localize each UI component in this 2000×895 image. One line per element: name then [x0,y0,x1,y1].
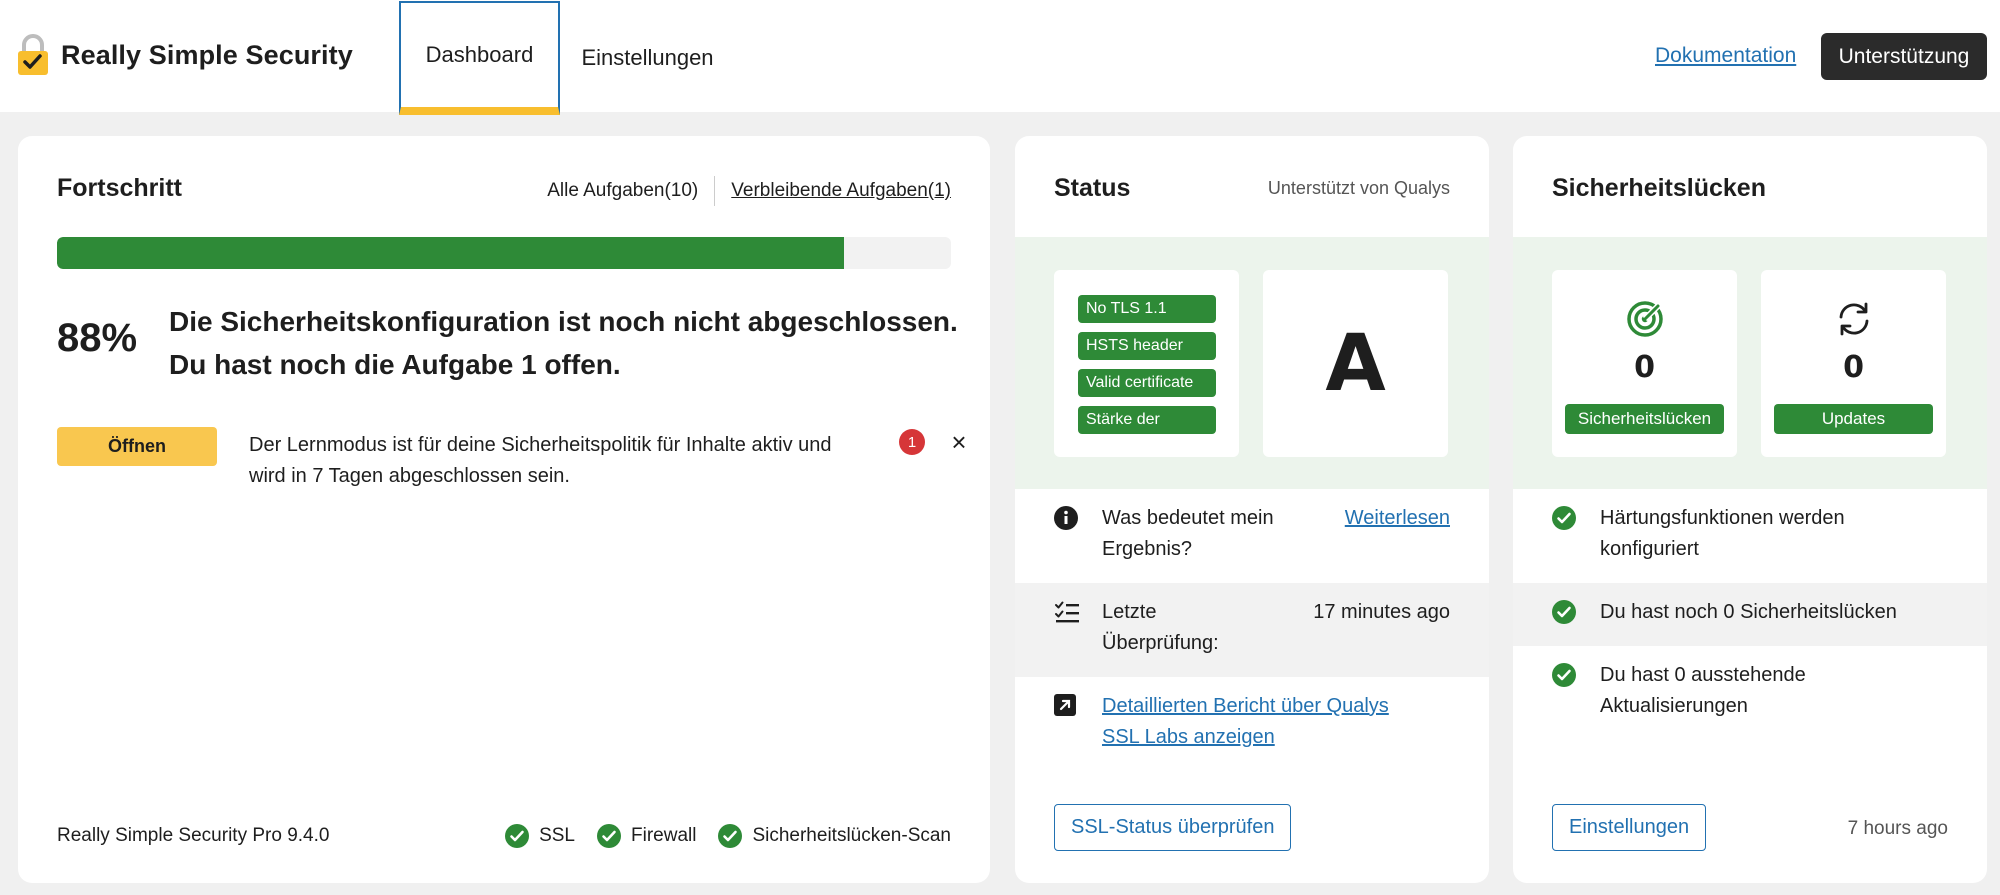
progress-message-line1: Die Sicherheitskonfiguration ist noch ni… [169,306,958,337]
tab-settings[interactable]: Einstellungen [565,0,730,115]
check-circle-icon [1552,663,1576,697]
hardening-text: Härtungsfunktionen werden konfiguriert [1600,507,1845,560]
progress-message-line2: Du hast noch die Aufgabe 1 offen. [169,349,621,380]
ssl-tags-tile: No TLS 1.1 HSTS header Valid certificate… [1054,270,1239,457]
vulnerability-count-row: Du hast noch 0 Sicherheitslücken [1513,583,1987,646]
remaining-tasks-filter[interactable]: Verbleibende Aufgaben(1) [715,180,951,202]
progress-bar [57,237,951,269]
result-info-row: Was bedeutet mein Ergebnis? Weiterlesen [1015,489,1489,583]
vulnerabilities-title: Sicherheitslücken [1552,174,1766,202]
status-subtitle: Unterstützt von Qualys [1267,178,1450,198]
last-check-value: 17 minutes ago [1313,601,1450,623]
all-tasks-filter[interactable]: Alle Aufgaben(10) [547,180,714,202]
ssl-grade-tile: A [1263,270,1448,457]
task-count-badge: 1 [899,429,925,455]
progress-card: Fortschritt Alle Aufgaben(10) Verbleiben… [18,136,990,883]
progress-title: Fortschritt [57,174,182,202]
progress-footer: Really Simple Security Pro 9.4.0 SSL Fir… [57,824,951,848]
task-status-badge: Öffnen [57,427,217,466]
hardening-row: Härtungsfunktionen werden konfiguriert [1513,489,1987,583]
brand-name: Really Simple Security [61,39,353,70]
tag-hsts: HSTS header [1078,332,1216,360]
top-header: Really Simple Security Dashboard Einstel… [0,0,2000,115]
check-ssl: SSL [505,824,575,848]
qualys-report-link[interactable]: Detaillierten Bericht über Qualys SSL La… [1102,691,1422,753]
vulnerabilities-count: 0 [1634,350,1655,385]
check-circle-icon [1552,600,1576,634]
documentation-link[interactable]: Dokumentation [1655,44,1796,68]
settings-button[interactable]: Einstellungen [1552,804,1707,851]
status-card: Status Unterstützt von Qualys No TLS 1.1… [1015,136,1489,883]
status-title: Status [1054,174,1131,202]
info-icon [1054,506,1078,540]
updates-button[interactable]: Updates [1774,404,1933,434]
check-circle-icon [1552,506,1576,540]
updates-tile: 0 Updates [1761,270,1946,457]
radar-icon [1552,300,1737,338]
vulnerability-count-text: Du hast noch 0 Sicherheitslücken [1600,601,1897,623]
ssl-grade: A [1325,318,1386,409]
check-firewall: Firewall [597,824,696,848]
vulnerabilities-last-scan: 7 hours ago [1847,818,1948,839]
checklist-icon [1054,600,1080,634]
last-check-row: Letzte Überprüfung: 17 minutes ago [1015,583,1489,677]
refresh-icon [1761,300,1946,338]
pending-updates-text: Du hast 0 ausstehende Aktualisierungen [1600,664,1806,717]
last-check-label: Letzte Überprüfung: [1102,601,1219,654]
check-vulnerability-scan: Sicherheitslücken-Scan [718,824,951,848]
tag-strength: Stärke der [1078,406,1216,434]
brand[interactable]: Really Simple Security [17,34,353,76]
tag-valid-cert: Valid certificate [1078,369,1216,397]
check-vulnerability-scan-label: Sicherheitslücken-Scan [752,825,951,846]
check-firewall-label: Firewall [631,825,697,846]
dismiss-task-close-icon[interactable]: × [947,427,971,457]
report-row: Detaillierten Bericht über Qualys SSL La… [1015,677,1489,771]
check-circle-icon [505,824,530,848]
updates-count: 0 [1843,350,1864,385]
check-ssl-label: SSL [539,825,575,846]
tab-dashboard[interactable]: Dashboard [399,1,560,115]
feature-checks: SSL Firewall Sicherheitslücken-Scan [483,824,951,848]
pending-updates-row: Du hast 0 ausstehende Aktualisierungen [1513,646,1987,740]
progress-message: Die Sicherheitskonfiguration ist noch ni… [169,300,959,386]
task-item: Öffnen Der Lernmodus ist für deine Siche… [57,427,967,507]
tag-no-tls: No TLS 1.1 [1078,295,1216,323]
vulnerabilities-tile: 0 Sicherheitslücken [1552,270,1737,457]
task-filter: Alle Aufgaben(10) Verbleibende Aufgaben(… [547,176,951,206]
external-link-icon [1054,694,1076,726]
check-circle-icon [718,824,743,848]
check-circle-icon [597,824,621,848]
plugin-version: Really Simple Security Pro 9.4.0 [57,825,330,846]
check-ssl-status-button[interactable]: SSL-Status überprüfen [1054,804,1292,851]
read-more-link[interactable]: Weiterlesen [1345,503,1450,534]
result-question: Was bedeutet mein Ergebnis? [1102,507,1274,560]
task-text: Der Lernmodus ist für deine Sicherheitsp… [249,434,832,487]
lock-logo-icon [17,34,49,76]
vulnerabilities-card: Sicherheitslücken 0 Sicherheitslücken 0 … [1513,136,1987,883]
support-button[interactable]: Unterstützung [1821,33,1987,80]
progress-bar-fill [57,237,844,269]
progress-percent: 88% [57,316,138,360]
vulnerabilities-button[interactable]: Sicherheitslücken [1565,404,1724,434]
